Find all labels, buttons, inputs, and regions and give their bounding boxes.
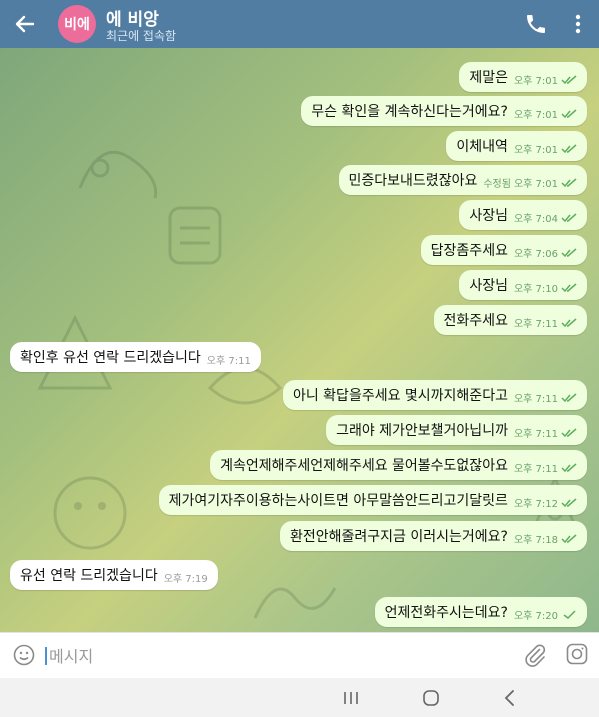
phone-icon [527,15,545,33]
back-icon [504,690,514,706]
double-check-icon [561,143,577,153]
message-bubble-outgoing[interactable]: 무슨 확인을 계속하신다는거에요? 오후 7:01 [301,96,587,126]
message-time: 오후 7:11 [206,356,251,367]
camera-button[interactable] [566,643,588,665]
wallpaper-doodle-icon [168,206,222,265]
more-vert-icon [575,14,581,34]
message-text: 답장좀주세요 [430,243,508,259]
double-check-icon [561,177,577,187]
wallpaper-doodle-icon [253,587,337,619]
message-bubble-outgoing[interactable]: 사장님 오후 7:04 [459,200,587,230]
message-time: 오후 7:06 [513,249,558,260]
double-check-icon [561,392,577,402]
double-check-icon [561,74,577,84]
message-time: 오후 7:19 [163,574,208,585]
message-bubble-outgoing[interactable]: 민증다보내드렸잖아요 수정됨 오후 7:01 [338,165,587,195]
message-time: 오후 7:12 [513,499,558,510]
text-caret [45,647,47,665]
message-bubble-outgoing[interactable]: 언제전화주시는데요? 오후 7:20 [374,597,587,627]
chat-header: 비에 에 비앙 최근에 접속함 [0,0,599,48]
message-time: 오후 7:10 [513,284,558,295]
double-check-icon [561,427,577,437]
camera-icon [566,643,588,665]
attach-button[interactable] [523,643,547,667]
message-time: 오후 7:11 [513,429,558,440]
single-check-icon [563,609,576,619]
message-input[interactable] [49,642,489,670]
message-bubble-outgoing[interactable]: 이체내역 오후 7:01 [446,131,587,161]
message-bubble-outgoing[interactable]: 전화주세요 오후 7:11 [433,305,587,335]
double-check-icon [561,108,577,118]
double-check-icon [561,462,577,472]
message-text: 제말은 [469,70,508,86]
message-time: 오후 7:20 [513,611,558,622]
message-text: 아니 확답을주세요 몇시까지해준다고 [292,388,508,404]
back-arrow-icon [15,15,35,33]
system-back-button[interactable] [502,688,518,708]
message-bubble-outgoing[interactable]: 계속언제해주세언제해주세요 물어볼수도없잖아요 오후 7:11 [210,450,587,480]
message-text: 계속언제해주세언제해주세요 물어볼수도없잖아요 [220,458,508,474]
chat-area[interactable]: 제말은 오후 7:01 무슨 확인을 계속하신다는거에요? 오후 7:01 이체… [0,48,599,632]
message-time: 오후 7:11 [513,394,558,405]
message-bubble-outgoing[interactable]: 아니 확답을주세요 몇시까지해준다고 오후 7:11 [282,380,587,410]
system-navigation-bar [0,678,599,717]
message-text: 그래야 제가안보챌거아닙니까 [336,423,508,439]
double-check-icon [561,497,577,507]
message-bubble-outgoing[interactable]: 답장좀주세요 오후 7:06 [420,235,587,265]
avatar[interactable]: 비에 [58,5,96,43]
edited-label: 수정됨 [483,179,511,190]
message-bubble-outgoing[interactable]: 환전안해줄려구지금 이러시는거에요? 오후 7:18 [279,521,587,551]
message-composer [0,632,599,678]
message-bubble-incoming[interactable]: 확인후 유선 연락 드리겠습니다 오후 7:11 [10,342,261,372]
message-bubble-outgoing[interactable]: 그래야 제가안보챌거아닙니까 오후 7:11 [326,415,587,445]
message-text: 이체내역 [456,139,508,155]
message-text: 사장님 [469,278,508,294]
message-time: 오후 7:01 [513,110,558,121]
recent-apps-icon [344,692,358,704]
message-text: 민증다보내드렸잖아요 [348,173,478,189]
more-options-button[interactable] [568,12,588,36]
message-time: 오후 7:01 [513,145,558,156]
message-time: 오후 7:01 [513,179,558,190]
double-check-icon [561,317,577,327]
message-time: 오후 7:11 [513,464,558,475]
message-bubble-incoming[interactable]: 유선 연락 드리겠습니다 오후 7:19 [10,560,218,590]
double-check-icon [561,247,577,257]
message-text: 무슨 확인을 계속하신다는거에요? [311,104,508,120]
home-button[interactable] [421,688,441,708]
attach-icon [525,644,546,667]
back-button[interactable] [10,9,40,39]
message-time: 오후 7:01 [513,76,558,87]
double-check-icon [561,282,577,292]
home-icon [423,690,439,706]
call-button[interactable] [524,12,548,36]
message-bubble-outgoing[interactable]: 제가여기자주이용하는사이트면 아무말씀안드리고기달릿르 오후 7:12 [158,485,587,515]
emoji-icon [13,644,35,666]
emoji-button[interactable] [12,643,36,667]
message-text: 사장님 [469,208,508,224]
recent-apps-button[interactable] [342,690,360,706]
message-bubble-outgoing[interactable]: 제말은 오후 7:01 [459,62,587,92]
message-time: 오후 7:18 [513,535,558,546]
message-bubble-outgoing[interactable]: 사장님 오후 7:10 [459,270,587,300]
message-text: 제가여기자주이용하는사이트면 아무말씀안드리고기달릿르 [168,493,508,509]
last-seen-status: 최근에 접속함 [106,29,177,43]
message-text: 언제전화주시는데요? [384,605,508,621]
double-check-icon [561,212,577,222]
message-time: 오후 7:04 [513,214,558,225]
message-text: 유선 연락 드리겠습니다 [20,568,158,584]
double-check-icon [561,533,577,543]
wallpaper-doodle-icon [78,150,158,199]
wallpaper-doodle-icon [53,476,127,550]
message-text: 환전안해줄려구지금 이러시는거에요? [289,529,508,545]
message-text: 전화주세요 [443,313,508,329]
message-time: 오후 7:11 [513,319,558,330]
message-text: 확인후 유선 연락 드리겠습니다 [20,350,201,366]
